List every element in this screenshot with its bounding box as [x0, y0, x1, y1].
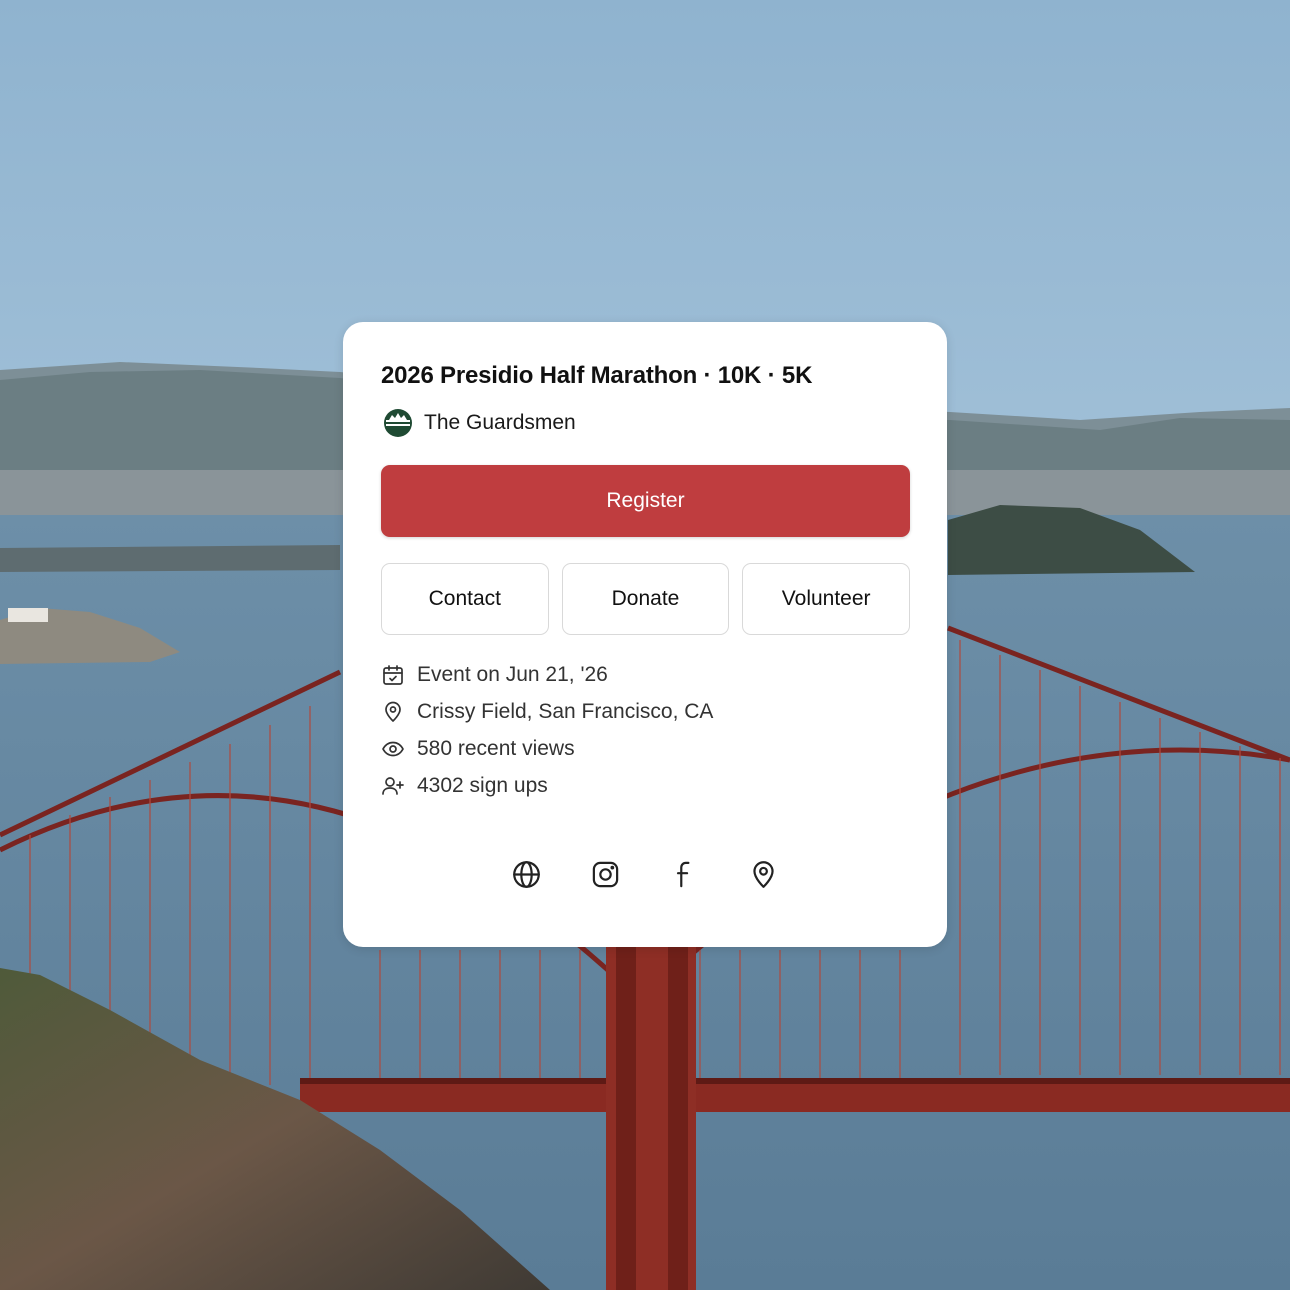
- volunteer-button[interactable]: Volunteer: [742, 563, 911, 635]
- organizer[interactable]: The Guardsmen: [383, 408, 576, 438]
- instagram-link[interactable]: [590, 859, 621, 890]
- event-title: 2026 Presidio Half Marathon · 10K · 5K: [381, 362, 813, 389]
- register-button[interactable]: Register: [381, 465, 910, 537]
- event-location-row: Crissy Field, San Francisco, CA: [381, 693, 713, 730]
- event-location[interactable]: Crissy Field, San Francisco, CA: [417, 700, 713, 724]
- map-link[interactable]: [748, 859, 779, 890]
- facebook-link[interactable]: [669, 859, 700, 890]
- event-details: Event on Jun 21, '26 Crissy Field, San F…: [381, 656, 713, 804]
- secondary-actions: Contact Donate Volunteer: [381, 563, 911, 635]
- website-link[interactable]: [511, 859, 542, 890]
- event-date-row: Event on Jun 21, '26: [381, 656, 713, 693]
- instagram-icon: [592, 861, 619, 888]
- event-signups: 4302 sign ups: [417, 773, 548, 797]
- event-card: 2026 Presidio Half Marathon · 10K · 5K T…: [343, 322, 947, 947]
- globe-icon: [513, 861, 540, 888]
- event-signups-row: 4302 sign ups: [381, 767, 713, 804]
- facebook-icon: [676, 861, 690, 888]
- event-date: Event on Jun 21, '26: [417, 662, 608, 686]
- eye-icon: [382, 741, 404, 756]
- social-links: [343, 859, 947, 899]
- map-pin-icon: [753, 861, 774, 888]
- donate-button[interactable]: Donate: [561, 563, 730, 635]
- guardsmen-logo-icon: [384, 409, 412, 437]
- contact-button[interactable]: Contact: [381, 563, 549, 635]
- location-pin-icon: [385, 701, 401, 722]
- user-plus-icon: [382, 776, 404, 795]
- calendar-check-icon: [383, 664, 403, 685]
- event-views: 580 recent views: [417, 736, 575, 760]
- event-views-row: 580 recent views: [381, 730, 713, 767]
- organizer-name: The Guardsmen: [424, 411, 576, 434]
